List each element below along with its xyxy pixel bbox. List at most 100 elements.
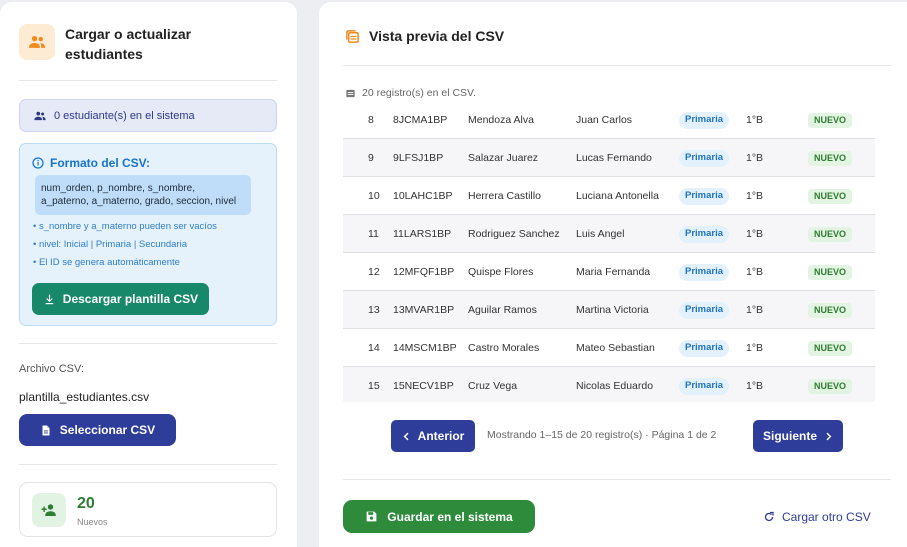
format-title: Formato del CSV:: [50, 156, 151, 170]
download-template-button[interactable]: Descargar plantilla CSV: [32, 283, 209, 315]
preview-title-row: Vista previa del CSV: [345, 28, 504, 44]
grade-section: 1°B: [746, 228, 764, 240]
select-csv-button[interactable]: Seleccionar CSV: [19, 414, 176, 446]
status-badge: NUEVO: [808, 227, 853, 242]
student-surnames: Mendoza Alva: [468, 114, 534, 126]
row-number: 14: [368, 342, 380, 354]
student-surnames: Cruz Vega: [468, 380, 518, 392]
row-number: 15: [368, 380, 380, 392]
record-count-row: 20 registro(s) en el CSV.: [345, 87, 476, 99]
list-icon: [346, 89, 355, 97]
csv-format-info: Formato del CSV: num_orden, p_nombre, s_…: [19, 143, 277, 326]
student-names: Juan Carlos: [576, 114, 633, 126]
format-title-row: Formato del CSV:: [32, 156, 150, 170]
student-id: 10LAHC1BP: [393, 190, 453, 202]
save-icon: [366, 511, 377, 522]
refresh-icon: [764, 511, 774, 522]
chevron-left-icon: [403, 432, 409, 440]
table-row: 8 8JCMA1BP Mendoza Alva Juan Carlos Primaria…: [343, 108, 875, 139]
next-page-button[interactable]: Siguiente: [753, 420, 843, 452]
status-badge: NUEVO: [808, 379, 853, 394]
table-row: 14 14MSCM1BP Castro Morales Mateo Sebastian…: [343, 329, 875, 367]
students-icon: [19, 24, 55, 60]
people-icon: [34, 111, 46, 120]
load-another-csv-button[interactable]: Cargar otro CSV: [763, 510, 871, 524]
csv-preview-panel: Vista previa del CSV 20 registro(s) en e…: [319, 2, 907, 547]
grade-section: 1°B: [746, 266, 764, 278]
chevron-right-icon: [826, 432, 832, 440]
selected-file-name: plantilla_estudiantes.csv: [19, 390, 150, 404]
panel-title: Cargar o actualizar estudiantes: [65, 26, 192, 62]
previous-page-button[interactable]: Anterior: [391, 420, 475, 452]
previous-page-label: Anterior: [417, 429, 465, 443]
student-surnames: Aguilar Ramos: [468, 304, 537, 316]
grade-section: 1°B: [746, 152, 764, 164]
level-badge: Primaria: [679, 112, 730, 129]
level-badge: Primaria: [679, 264, 730, 281]
status-badge: NUEVO: [808, 265, 853, 280]
student-surnames: Salazar Juarez: [468, 152, 539, 164]
student-id: 9LFSJ1BP: [393, 152, 444, 164]
grade-section: 1°B: [746, 380, 764, 392]
divider: [343, 65, 891, 66]
student-count-text: 0 estudiante(s) en el sistema: [54, 109, 195, 122]
new-students-label: Nuevos: [77, 517, 108, 527]
status-badge: NUEVO: [808, 189, 853, 204]
student-surnames: Quispe Flores: [468, 266, 534, 278]
select-csv-label: Seleccionar CSV: [59, 423, 156, 437]
divider: [19, 80, 277, 81]
save-to-system-button[interactable]: Guardar en el sistema: [343, 500, 535, 533]
format-columns-line: a_paterno, a_materno, grado, seccion, ni…: [41, 196, 237, 207]
table-row: 13 13MVAR1BP Aguilar Ramos Martina Victoria…: [343, 291, 875, 329]
add-person-icon: [32, 493, 66, 527]
level-badge: Primaria: [679, 378, 730, 395]
status-badge: NUEVO: [808, 113, 853, 128]
table-row: 11 11LARS1BP Rodriguez Sanchez Luis Angel Pr…: [343, 215, 875, 253]
divider: [343, 479, 891, 480]
new-students-stat: 20 Nuevos: [19, 482, 277, 537]
upload-panel: Cargar o actualizar estudiantes 0 estudi…: [0, 2, 297, 547]
student-surnames: Rodriguez Sanchez: [468, 228, 560, 240]
level-badge: Primaria: [679, 150, 730, 167]
table-row: 10 10LAHC1BP Herrera Castillo Luciana Anton…: [343, 177, 875, 215]
next-page-label: Siguiente: [762, 429, 817, 443]
student-names: Luis Angel: [576, 228, 625, 240]
pagination-info: Mostrando 1–15 de 20 registro(s) · Págin…: [487, 429, 717, 441]
status-badge: NUEVO: [808, 303, 853, 318]
student-id: 13MVAR1BP: [393, 304, 455, 316]
student-surnames: Castro Morales: [468, 342, 540, 354]
level-badge: Primaria: [679, 226, 730, 243]
divider: [19, 464, 277, 465]
student-id: 8JCMA1BP: [393, 114, 448, 126]
divider: [19, 343, 277, 344]
student-names: Maria Fernanda: [576, 266, 651, 278]
format-columns: num_orden, p_nombre, s_nombre, a_paterno…: [35, 175, 251, 215]
row-number: 12: [368, 266, 380, 278]
student-id: 15NECV1BP: [393, 380, 454, 392]
student-names: Mateo Sebastian: [576, 342, 655, 354]
record-count: 20 registro(s) en el CSV.: [362, 87, 476, 99]
status-badge: NUEVO: [808, 341, 853, 356]
student-id: 11LARS1BP: [393, 228, 452, 240]
format-note: • El ID se genera automáticamente: [33, 257, 180, 268]
load-another-csv-label: Cargar otro CSV: [782, 510, 871, 524]
student-surnames: Herrera Castillo: [468, 190, 541, 202]
student-count-banner: 0 estudiante(s) en el sistema: [19, 99, 277, 132]
grade-section: 1°B: [746, 304, 764, 316]
student-names: Martina Victoria: [576, 304, 649, 316]
info-icon: [32, 157, 44, 169]
grade-section: 1°B: [746, 342, 764, 354]
preview-table[interactable]: 8 8JCMA1BP Mendoza Alva Juan Carlos Primaria…: [343, 108, 875, 402]
student-names: Nicolas Eduardo: [576, 380, 654, 392]
level-badge: Primaria: [679, 340, 730, 357]
grade-section: 1°B: [746, 114, 764, 126]
row-number: 13: [368, 304, 380, 316]
new-students-count: 20: [77, 495, 95, 512]
format-note: • s_nombre y a_materno pueden ser vacíos: [33, 221, 217, 232]
download-icon: [45, 294, 54, 304]
student-id: 12MFQF1BP: [393, 266, 455, 278]
table-icon: [346, 29, 359, 43]
row-number: 8: [368, 114, 374, 126]
preview-title: Vista previa del CSV: [369, 28, 505, 44]
download-template-label: Descargar plantilla CSV: [62, 292, 199, 306]
